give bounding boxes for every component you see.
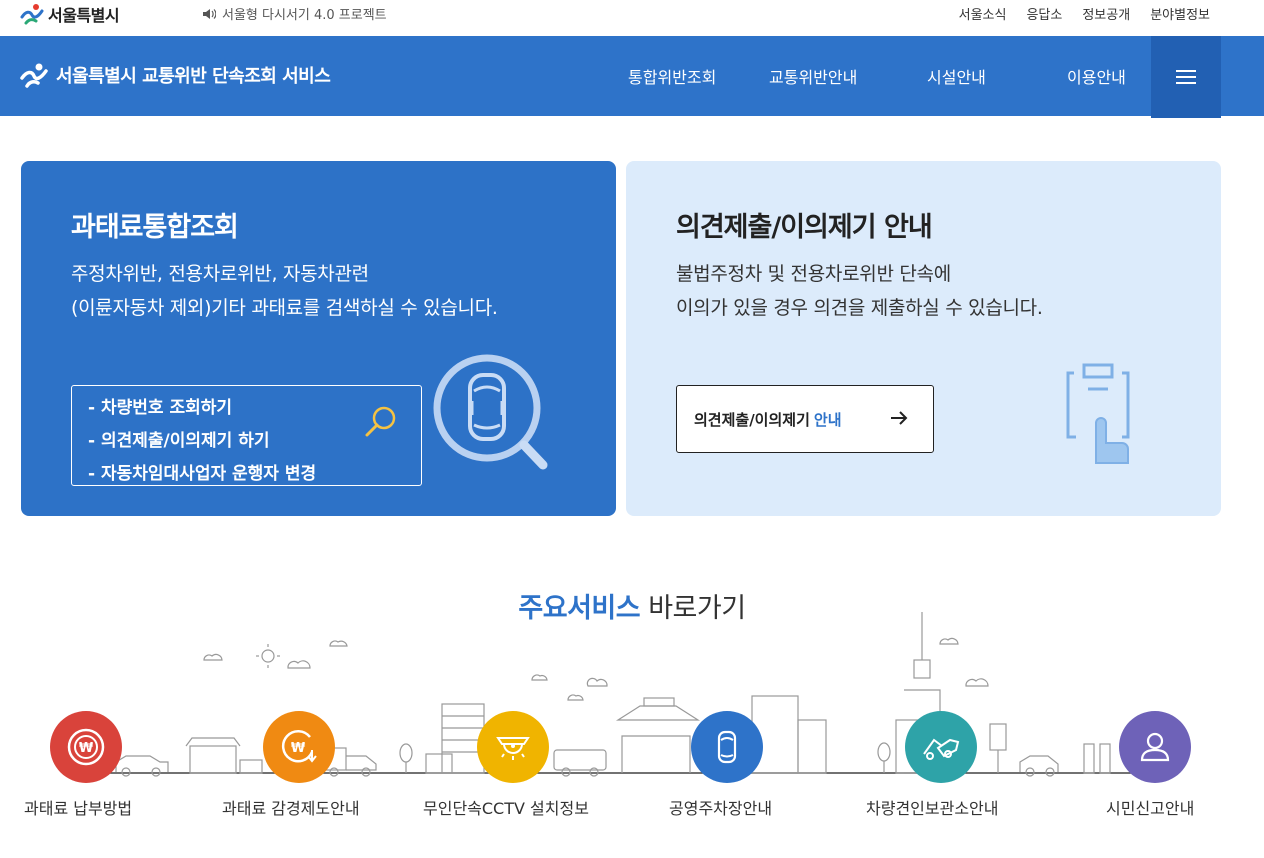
seoul-logo-icon	[20, 4, 44, 25]
car-magnifier-icon	[433, 354, 548, 470]
fine-lookup-links: - 차량번호 조회하기 - 의견제출/이의제기 하기 - 자동차임대사업자 운행…	[71, 385, 422, 486]
objection-desc-line2: 이의가 있을 경우 의견을 제출하실 수 있습니다.	[676, 297, 1043, 319]
slogan-text: 서울형 다시서기 4.0 프로젝트	[222, 8, 387, 23]
svg-text:₩: ₩	[291, 741, 306, 756]
objection-guide-description: 불법주정차 및 전용차로위반 단속에 이의가 있을 경우 의견을 제출하실 수 …	[676, 257, 1043, 325]
fine-lookup-desc-line2: (이륜자동차 제외)기타 과태료를 검색하실 수 있습니다.	[71, 297, 498, 319]
seoul-logo[interactable]: 서울특별시	[20, 2, 120, 26]
fine-lookup-desc-line1: 주정차위반, 전용차로위반, 자동차관련	[71, 263, 369, 285]
hamburger-menu-button[interactable]	[1151, 36, 1221, 118]
service-citizen-report[interactable]	[1119, 711, 1191, 783]
objection-guide-card: 의견제출/이의제기 안내 불법주정차 및 전용차로위반 단속에 이의가 있을 경…	[626, 161, 1221, 516]
city-skyline-illustration	[100, 612, 1160, 777]
service-tow-storage[interactable]	[905, 711, 977, 783]
util-link-response[interactable]: 응답소	[1026, 4, 1062, 23]
service-label-public-parking[interactable]: 공영주차장안내	[669, 795, 772, 819]
user-icon	[1140, 732, 1170, 762]
clipboard-hand-icon	[1066, 363, 1130, 464]
slogan-link[interactable]: 서울형 다시서기 4.0 프로젝트	[202, 4, 387, 23]
tow-truck-icon	[923, 738, 960, 760]
util-link-field-info[interactable]: 분야별정보	[1150, 4, 1210, 23]
fine-lookup-description: 주정차위반, 전용차로위반, 자동차관련 (이륜자동차 제외)기타 과태료를 검…	[71, 257, 498, 325]
service-label-citizen-report[interactable]: 시민신고안내	[1106, 795, 1194, 819]
service-label-cctv-info[interactable]: 무인단속CCTV 설치정보	[423, 795, 589, 819]
service-cctv-info[interactable]	[477, 711, 549, 783]
service-label-fine-reduction[interactable]: 과태료 감경제도안내	[222, 795, 360, 819]
menu-facility-guide[interactable]: 시설안내	[927, 64, 986, 88]
objection-desc-line1: 불법주정차 및 전용차로위반 단속에	[676, 263, 951, 285]
main-header: 서울특별시 교통위반 단속조회 서비스 통합위반조회 교통위반안내 시설안내 이…	[0, 36, 1264, 116]
arrow-right-icon	[891, 411, 908, 425]
link-rental-driver-change[interactable]: - 자동차임대사업자 운행자 변경	[88, 458, 421, 491]
cctv-camera-icon	[496, 737, 530, 760]
menu-integrated-lookup[interactable]: 통합위반조회	[628, 64, 716, 88]
objection-guide-title: 의견제출/이의제기 안내	[676, 212, 933, 243]
speaker-icon	[203, 8, 216, 19]
fine-lookup-title: 과태료통합조회	[71, 212, 239, 243]
objection-button-label: 의견제출/이의제기	[694, 410, 810, 429]
hamburger-icon	[1176, 70, 1196, 84]
service-fine-reduction[interactable]: ₩	[263, 711, 335, 783]
service-label-fine-payment[interactable]: 과태료 납부방법	[24, 795, 132, 819]
brand-title: 서울특별시 교통위반 단속조회 서비스	[56, 66, 331, 87]
service-brand[interactable]: 서울특별시 교통위반 단속조회 서비스	[20, 62, 331, 88]
util-link-news[interactable]: 서울소식	[959, 4, 1007, 23]
service-public-parking[interactable]	[691, 711, 763, 783]
car-top-icon	[717, 730, 737, 764]
menu-usage-guide[interactable]: 이용안내	[1067, 64, 1126, 88]
fine-lookup-card: 과태료통합조회 주정차위반, 전용차로위반, 자동차관련 (이륜자동차 제외)기…	[21, 161, 616, 516]
svg-text:₩: ₩	[79, 741, 94, 756]
objection-button-accent: 안내	[813, 410, 842, 429]
service-fine-payment[interactable]: ₩	[50, 711, 122, 783]
won-down-icon: ₩	[281, 730, 317, 763]
objection-guide-button[interactable]: 의견제출/이의제기 안내	[676, 385, 934, 453]
util-link-disclosure[interactable]: 정보공개	[1082, 4, 1130, 23]
search-icon	[365, 406, 396, 437]
won-coin-icon: ₩	[67, 728, 105, 766]
logo-text: 서울특별시	[48, 6, 120, 25]
seoul-brand-icon	[20, 63, 48, 88]
service-label-tow-storage[interactable]: 차량견인보관소안내	[866, 795, 998, 819]
menu-violation-guide[interactable]: 교통위반안내	[769, 64, 857, 88]
utility-links: 서울소식 응답소 정보공개 분야별정보	[959, 4, 1210, 23]
utility-bar: 서울특별시 서울형 다시서기 4.0 프로젝트 서울소식 응답소 정보공개 분야…	[0, 0, 1264, 36]
